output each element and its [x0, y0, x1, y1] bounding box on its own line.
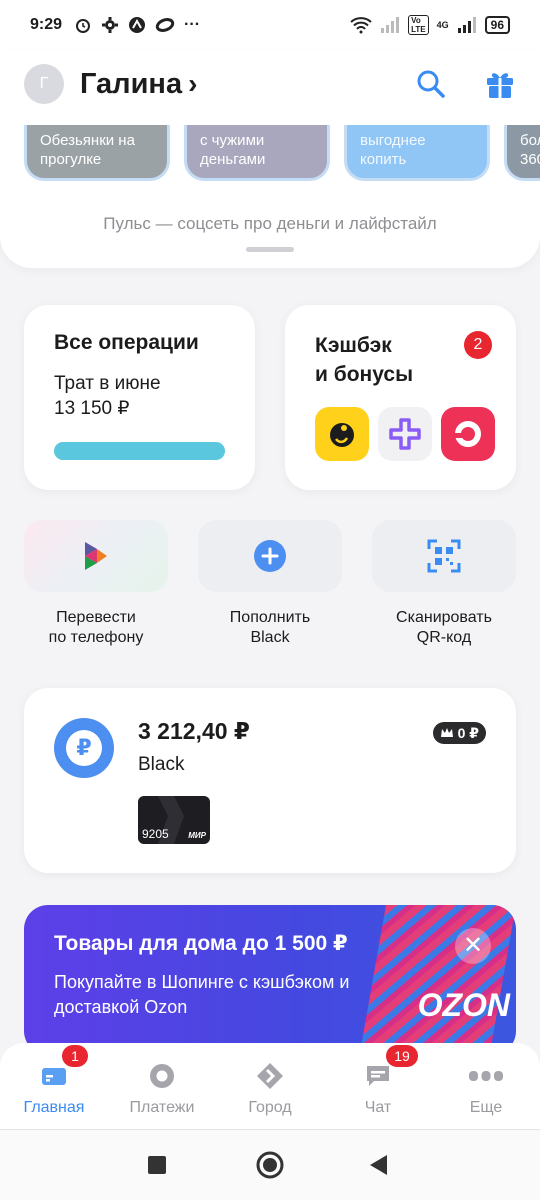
account-card[interactable]: ₽ 3 212,40 ₽ Black 0 ₽ 9205 МИР [24, 688, 516, 873]
status-time: 9:29 [30, 16, 63, 33]
status-system-icons: Vo LTE 4G 96 [350, 15, 510, 35]
signal-icon-2 [457, 17, 476, 33]
top-sheet: Г Галина › Обезьянки на прогулке с чужим… [0, 50, 540, 268]
sheet-drag-handle[interactable] [246, 247, 294, 252]
account-name: Black [138, 754, 185, 775]
bonus-partner-icon [315, 407, 369, 461]
gift-icon[interactable] [484, 68, 516, 100]
top-up-tile[interactable] [198, 520, 342, 592]
mir-logo: МИР [188, 831, 206, 840]
tab-more-label: Еще [469, 1099, 503, 1116]
more-notifications-icon: ··· [184, 16, 201, 33]
chat-icon [367, 1066, 389, 1086]
crown-icon [440, 728, 453, 737]
network-type: 4G [436, 20, 449, 30]
battery-indicator: 96 [484, 16, 510, 34]
ruble-icon: ₽ [54, 718, 114, 778]
scan-qr-action[interactable]: Сканировать QR-код [372, 520, 516, 648]
recent-apps-icon[interactable] [147, 1155, 167, 1175]
cashback-title-line1: Кэшбэк [315, 334, 392, 357]
signal-icon [381, 17, 400, 33]
promo-banner[interactable]: Товары для дома до 1 500 ₽ Покупайте в Ш… [24, 905, 516, 1055]
top-up-action[interactable]: Пополнить Black [198, 520, 342, 648]
scan-qr-label-line2: QR-код [416, 629, 472, 646]
tab-city-label: Город [248, 1099, 292, 1116]
status-bar: 9:29 ··· Vo LTE 4G 96 [0, 0, 540, 50]
plus-circle-icon [254, 540, 286, 572]
transfer-label-line2: по телефону [48, 629, 144, 646]
crown-value: 0 ₽ [457, 724, 479, 741]
ozon-logo: OZON [417, 987, 510, 1023]
tab-payments-label: Платежи [129, 1099, 195, 1116]
tab-payments[interactable]: Платежи [108, 1043, 216, 1130]
back-icon[interactable] [369, 1154, 389, 1176]
home-card-icon [42, 1068, 66, 1085]
top-up-label-line2: Black [250, 629, 290, 646]
search-icon[interactable] [416, 69, 446, 99]
ruble-symbol: ₽ [66, 730, 102, 766]
profile-chevron-icon[interactable]: › [188, 68, 197, 100]
spending-progress-bar [54, 442, 225, 460]
pulse-caption[interactable]: Пульс — соцсеть про деньги и лайфстайл [0, 214, 540, 234]
cashback-title: Кэшбэк и бонусы [315, 331, 486, 389]
settings-gear-icon [102, 17, 119, 33]
promo-title: Товары для дома до 1 500 ₽ [54, 932, 348, 955]
transfer-by-phone-action[interactable]: Перевести по телефону [24, 520, 168, 648]
operations-title: Все операции [54, 331, 199, 354]
app-notification-icon [129, 17, 146, 33]
tab-more[interactable]: Еще [432, 1043, 540, 1130]
status-notification-icons: ··· [74, 16, 200, 34]
account-balance: 3 212,40 ₽ [138, 718, 250, 744]
operations-spending: Трат в июне 13 150 ₽ [54, 371, 225, 421]
tab-city[interactable]: Город [216, 1043, 324, 1130]
bank-card-thumbnail[interactable]: 9205 МИР [138, 796, 210, 844]
transfer-tile[interactable] [24, 520, 168, 592]
cashback-bonuses-card[interactable]: Кэшбэк и бонусы 2 [285, 305, 516, 490]
alarm-icon [76, 19, 91, 33]
home-button-icon[interactable] [256, 1151, 284, 1179]
story-card[interactable]: выгоднее копить [344, 125, 490, 181]
story-card[interactable]: с чужими деньгами [184, 125, 330, 181]
scan-qr-label-line1: Сканировать [396, 609, 492, 626]
tab-home[interactable]: 1 Главная [0, 1043, 108, 1130]
tab-chat[interactable]: 19 Чат [324, 1043, 432, 1130]
story-card[interactable]: бол 360 [504, 125, 540, 181]
promo-subtitle: Покупайте в Шопинге с кэшбэком и доставк… [54, 972, 350, 1017]
card-last-digits: 9205 [142, 827, 169, 841]
top-up-label-line1: Пополнить [229, 609, 311, 626]
spending-label: Трат в июне [54, 373, 161, 394]
all-operations-card[interactable]: Все операции Трат в июне 13 150 ₽ [24, 305, 255, 490]
city-icon [257, 1063, 283, 1089]
scan-qr-tile[interactable] [372, 520, 516, 592]
chat-badge: 19 [386, 1045, 418, 1067]
more-dots-icon [469, 1071, 503, 1081]
tab-home-label: Главная [23, 1099, 85, 1116]
bonus-ring-icon [441, 407, 495, 461]
volte-icon: Vo LTE [408, 15, 429, 35]
avatar[interactable]: Г [24, 64, 64, 104]
cashback-title-line2: и бонусы [315, 363, 413, 386]
close-icon[interactable]: ✕ [455, 928, 491, 964]
stories-row: Обезьянки на прогулке с чужими деньгами … [24, 125, 540, 181]
sbp-transfer-icon [85, 542, 107, 570]
user-name[interactable]: Галина [80, 68, 182, 101]
transfer-label-line1: Перевести [56, 609, 136, 626]
app-notification-icon-2 [155, 18, 175, 32]
qr-code-icon [427, 539, 461, 573]
bonus-plus-icon [378, 407, 432, 461]
wifi-icon [350, 17, 372, 34]
spending-amount: 13 150 ₽ [54, 398, 130, 419]
payments-icon [150, 1064, 174, 1088]
cashback-badge: 2 [464, 331, 492, 359]
header: Г Галина › [24, 64, 516, 104]
crown-cashback-badge[interactable]: 0 ₽ [432, 722, 486, 744]
home-badge: 1 [62, 1045, 88, 1067]
tab-chat-label: Чат [364, 1099, 392, 1116]
story-card[interactable]: Обезьянки на прогулке [24, 125, 170, 181]
system-navigation-bar [0, 1130, 540, 1200]
bottom-tab-bar: 1 Главная Платежи Город 19 Чат Еще [0, 1043, 540, 1130]
